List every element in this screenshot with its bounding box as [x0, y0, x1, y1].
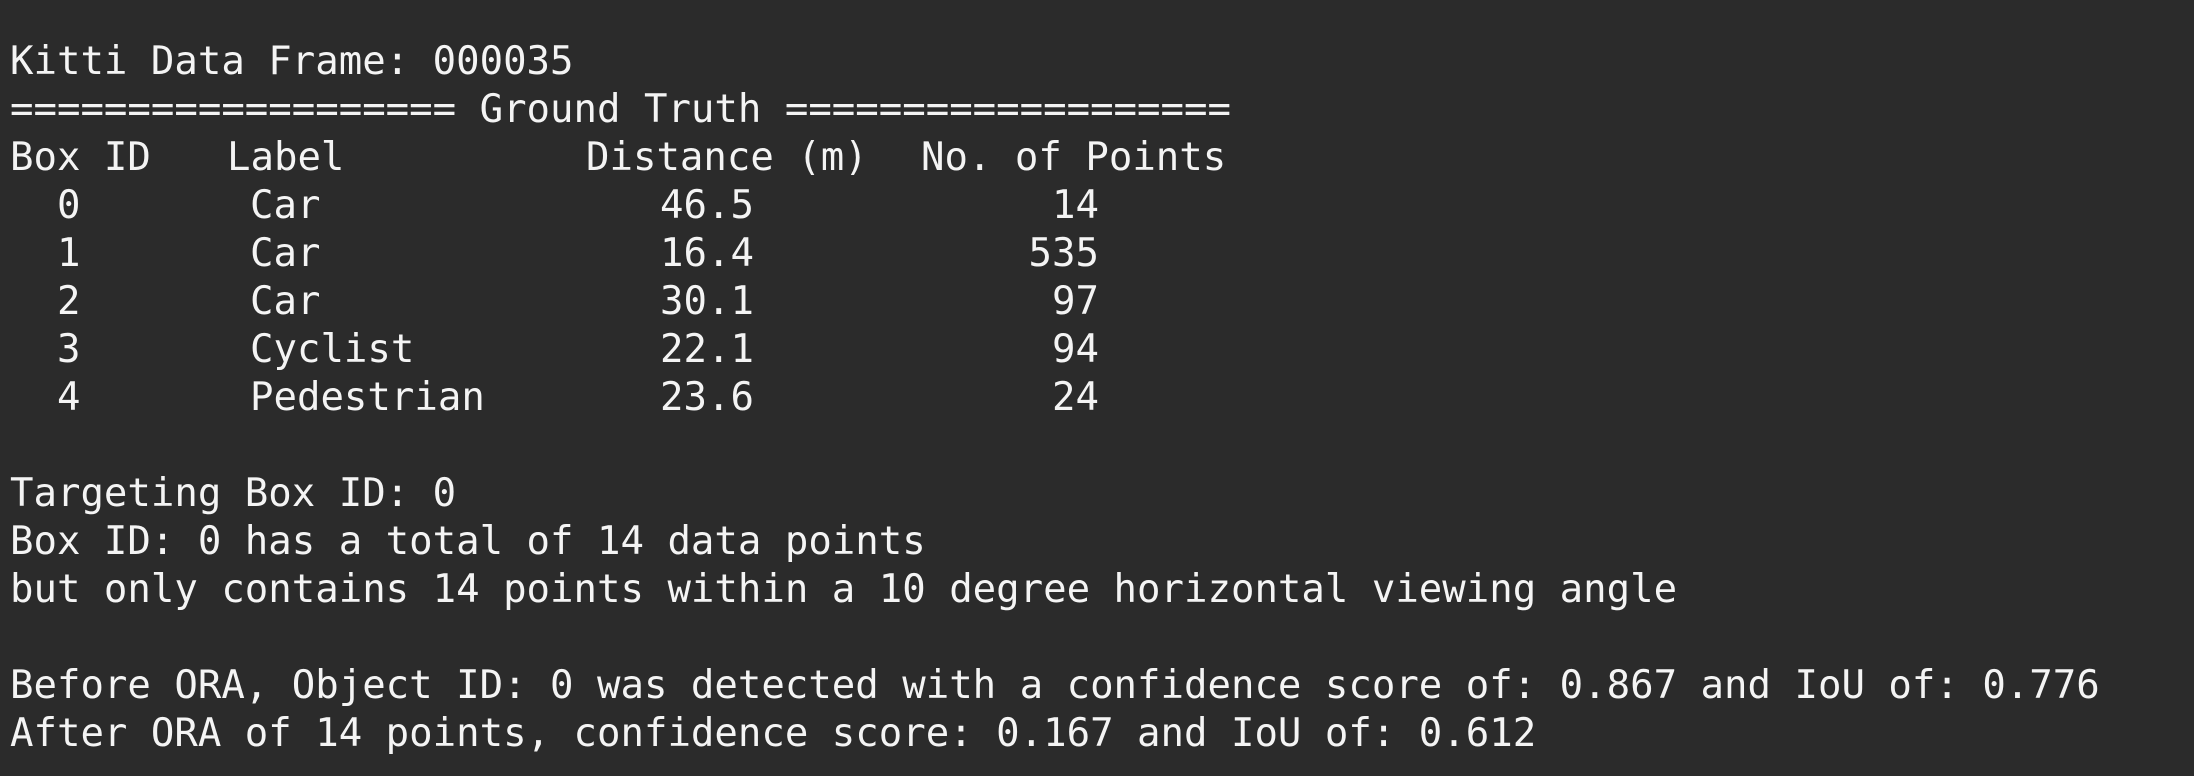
table-row: 4 Pedestrian 23.6 24	[10, 374, 2194, 422]
table-row: 3 Cyclist 22.1 94	[10, 326, 2194, 374]
row-box-id: 2	[57, 279, 81, 324]
before-ora-line: Before ORA, Object ID: 0 was detected wi…	[10, 663, 2100, 708]
row-distance: 22.1	[660, 327, 754, 372]
row-label: Car	[250, 279, 321, 324]
row-label: Pedestrian	[250, 375, 485, 420]
row-label: Cyclist	[250, 327, 415, 372]
table-row: 1 Car 16.4 535	[10, 230, 2194, 278]
row-box-id: 4	[57, 375, 81, 420]
row-distance: 46.5	[660, 183, 754, 228]
viewing-angle-line: but only contains 14 points within a 10 …	[10, 567, 1678, 612]
terminal-output: Kitti Data Frame: 000035 ===============…	[0, 0, 2194, 776]
ground-truth-header: =================== Ground Truth =======…	[10, 87, 1231, 132]
targeting-line: Targeting Box ID: 0	[10, 471, 457, 516]
row-distance: 30.1	[660, 279, 754, 324]
table-row: 0 Car 46.5 14	[10, 182, 2194, 230]
row-distance: 23.6	[660, 375, 754, 420]
row-box-id: 0	[57, 183, 81, 228]
row-points: 24	[1052, 375, 1099, 420]
header-box-id: Box ID	[10, 135, 151, 180]
after-ora-line: After ORA of 14 points, confidence score…	[10, 711, 1537, 756]
table-header-row: Box ID Label Distance (m) No. of Points	[10, 134, 2194, 182]
table-row: 2 Car 30.1 97	[10, 278, 2194, 326]
header-points: No. of Points	[921, 135, 1227, 180]
row-distance: 16.4	[660, 231, 754, 276]
header-label: Label	[227, 135, 345, 180]
row-points: 535	[1028, 231, 1099, 276]
row-points: 94	[1052, 327, 1099, 372]
header-distance: Distance (m)	[586, 135, 868, 180]
row-points: 97	[1052, 279, 1099, 324]
row-label: Car	[250, 183, 321, 228]
row-box-id: 3	[57, 327, 81, 372]
frame-line: Kitti Data Frame: 000035	[10, 39, 574, 84]
row-points: 14	[1052, 183, 1099, 228]
total-points-line: Box ID: 0 has a total of 14 data points	[10, 519, 926, 564]
row-label: Car	[250, 231, 321, 276]
row-box-id: 1	[57, 231, 81, 276]
